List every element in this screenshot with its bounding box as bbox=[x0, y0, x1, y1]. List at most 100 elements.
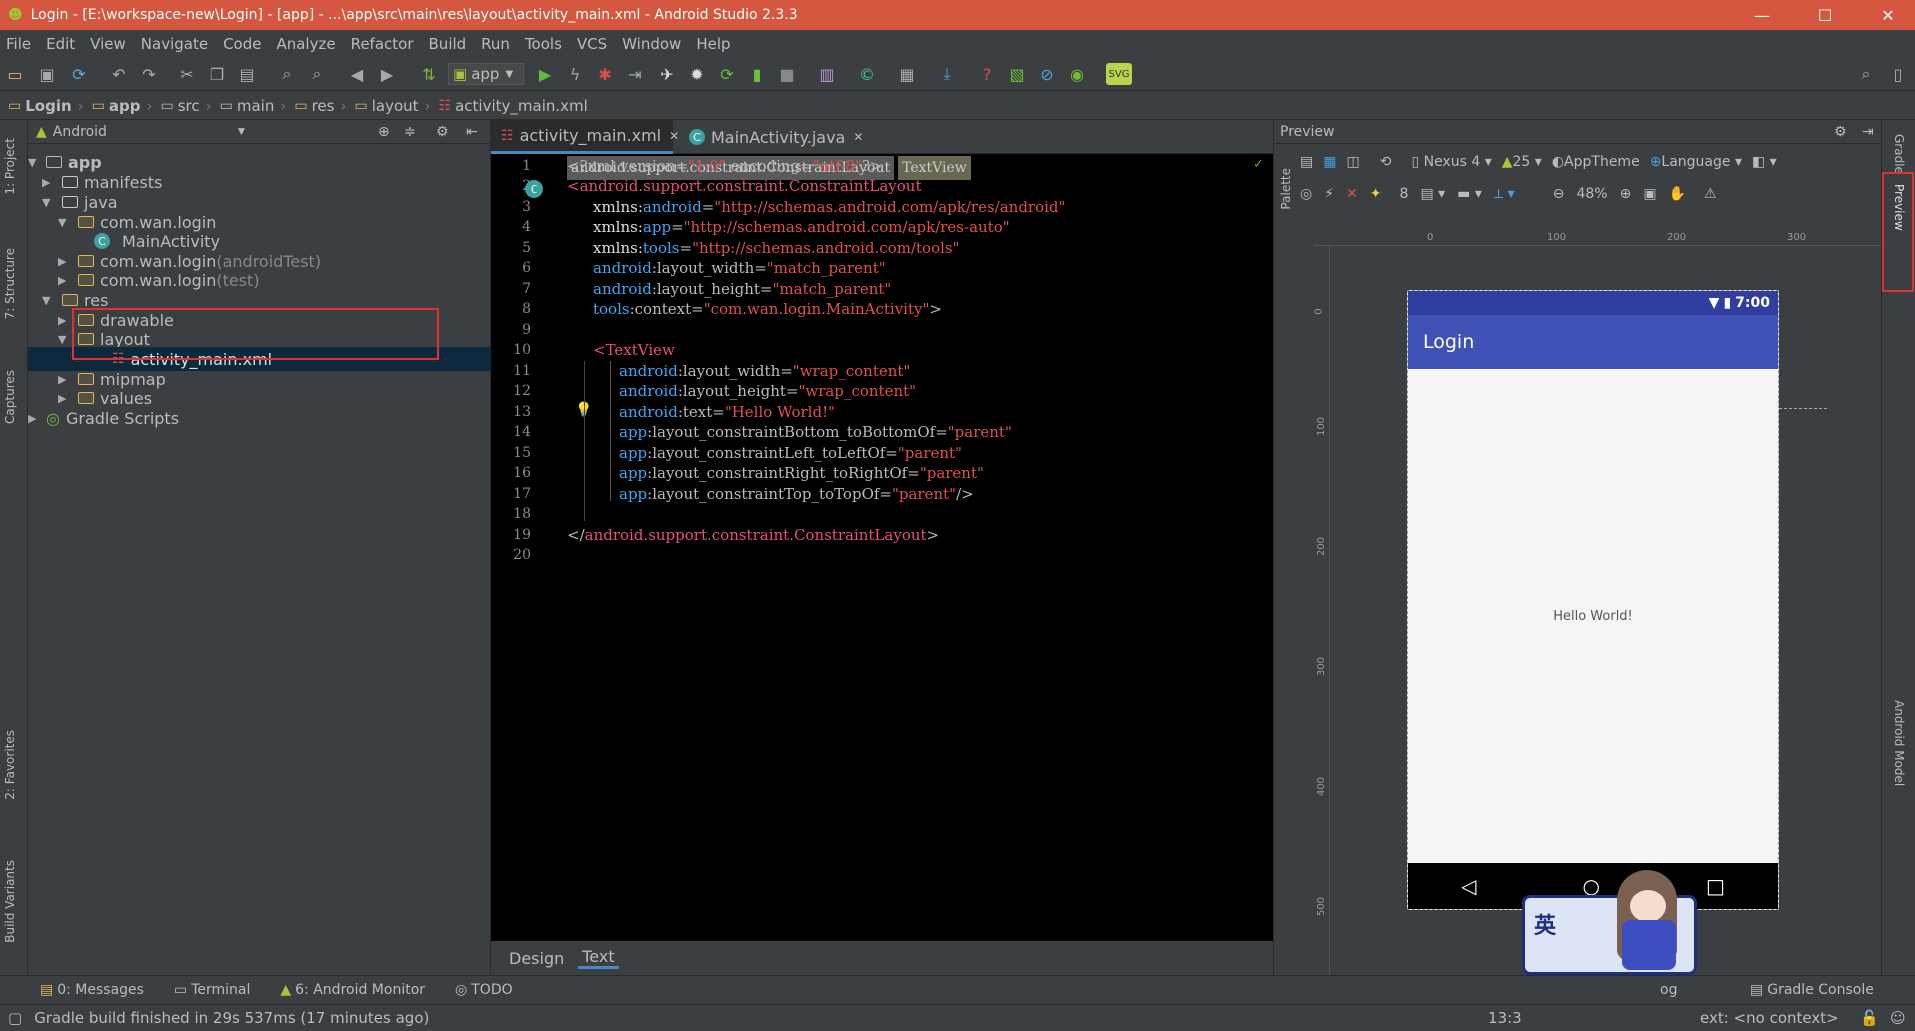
device-frame[interactable]: ▼ ▮ 7:00 Login Hello World! ◁ ○ □ bbox=[1407, 290, 1779, 910]
tool-android-model[interactable]: Android Model bbox=[1892, 700, 1906, 786]
tab-activity-main[interactable]: ☷ activity_main.xml ✕ bbox=[491, 120, 679, 154]
tool-structure[interactable]: 7: Structure bbox=[3, 248, 17, 319]
pan-icon[interactable]: ✋ bbox=[1669, 186, 1686, 202]
default-margin[interactable]: 8 bbox=[1400, 186, 1409, 202]
help-icon[interactable]: ? bbox=[976, 63, 998, 85]
find-icon[interactable]: ⌕ bbox=[276, 63, 298, 85]
event-icon[interactable]: ☺ bbox=[1890, 1009, 1906, 1027]
tool-favorites[interactable]: 2: Favorites bbox=[3, 730, 17, 800]
tool-captures[interactable]: Captures bbox=[3, 370, 17, 424]
close-tab-icon[interactable]: ✕ bbox=[853, 130, 863, 144]
back-icon[interactable]: ◀ bbox=[346, 63, 368, 85]
apply-changes-icon[interactable]: ϟ bbox=[564, 63, 586, 85]
breadcrumb-app[interactable]: ▭ app › bbox=[92, 97, 153, 115]
menu-help[interactable]: Help bbox=[696, 35, 730, 53]
align-icon[interactable]: ▬ ▾ bbox=[1457, 186, 1482, 202]
menu-code[interactable]: Code bbox=[223, 35, 261, 53]
collapse-icon[interactable]: ≑ bbox=[404, 124, 416, 140]
language-select[interactable]: ⊕Language ▾ bbox=[1650, 154, 1742, 170]
forward-icon[interactable]: ▶ bbox=[376, 63, 398, 85]
menu-view[interactable]: View bbox=[90, 35, 126, 53]
lock-icon[interactable]: 🔓 bbox=[1860, 1009, 1879, 1027]
gear-icon[interactable]: ⚙ bbox=[436, 124, 449, 140]
pack-icon[interactable]: ▤ ▾ bbox=[1420, 186, 1445, 202]
warnings-icon[interactable]: ⚠ bbox=[1704, 186, 1717, 202]
tool-gradle[interactable]: Gradle bbox=[1892, 134, 1906, 174]
menu-vcs[interactable]: VCS bbox=[577, 35, 607, 53]
tool-android-monitor[interactable]: ▲ 6: Android Monitor bbox=[280, 982, 425, 998]
tool-preview[interactable]: Preview bbox=[1892, 184, 1906, 231]
chevron-down-icon[interactable]: ▼ bbox=[238, 127, 245, 137]
palette-tab[interactable]: Palette bbox=[1279, 168, 1293, 210]
guidelines-icon[interactable]: ⟂ ▾ bbox=[1494, 186, 1515, 202]
tool-project[interactable]: 1: Project bbox=[3, 138, 17, 195]
show-constraints-icon[interactable]: ◎ bbox=[1300, 186, 1312, 202]
design-view-icon[interactable]: ▤ bbox=[1300, 154, 1313, 170]
infer-constraints-icon[interactable]: ✦ bbox=[1370, 186, 1382, 202]
caret-position[interactable]: 13:3 bbox=[1488, 1009, 1522, 1027]
tab-text[interactable]: Text bbox=[578, 947, 619, 969]
zoom-fit-icon[interactable]: ▣ bbox=[1643, 186, 1656, 202]
paste-icon[interactable]: ▤ bbox=[236, 63, 258, 85]
breadcrumb-res[interactable]: ▭ res › bbox=[294, 97, 346, 115]
breadcrumb-login[interactable]: ▭ Login › bbox=[8, 97, 84, 115]
download-icon[interactable]: ⤓ bbox=[936, 63, 958, 85]
hide-icon[interactable]: ⇥ bbox=[1862, 124, 1874, 140]
profile-icon[interactable]: ✈ bbox=[656, 63, 678, 85]
tab-mainactivity[interactable]: C MainActivity.java ✕ bbox=[679, 120, 873, 154]
attach-debugger-icon[interactable]: ⇥ bbox=[624, 63, 646, 85]
coverage-icon[interactable]: ✹ bbox=[686, 63, 708, 85]
structure-icon[interactable]: ▦ bbox=[896, 63, 918, 85]
breadcrumb-src[interactable]: ▭ src › bbox=[161, 97, 212, 115]
run-config-select[interactable]: ▣ app ▼ bbox=[448, 63, 524, 85]
context-indicator[interactable]: ext: <no context> bbox=[1700, 1009, 1839, 1027]
hide-icon[interactable]: ⇤ bbox=[466, 124, 478, 140]
breadcrumb-layout[interactable]: ▭ layout › bbox=[354, 97, 430, 115]
hello-world-text[interactable]: Hello World! bbox=[1408, 609, 1778, 624]
clear-constraints-icon[interactable]: ✕ bbox=[1346, 186, 1358, 202]
cut-icon[interactable]: ✂ bbox=[176, 63, 198, 85]
view-mode-select[interactable]: Android bbox=[53, 124, 107, 140]
ime-language-label[interactable]: 英 bbox=[1534, 908, 1556, 940]
tree-item-gradle-scripts[interactable]: ▶ ◎ Gradle Scripts bbox=[28, 406, 179, 430]
svg-icon[interactable]: SVG bbox=[1106, 63, 1132, 85]
api-select[interactable]: ▲25 ▾ bbox=[1502, 154, 1542, 170]
orientation-icon[interactable]: ⟲ bbox=[1380, 154, 1392, 170]
menu-analyze[interactable]: Analyze bbox=[276, 35, 335, 53]
zoom-in-icon[interactable]: ⊕ bbox=[1620, 186, 1632, 202]
menu-refactor[interactable]: Refactor bbox=[351, 35, 414, 53]
layout-variants-icon[interactable]: ◧ ▾ bbox=[1752, 154, 1777, 170]
copy-icon[interactable]: ❐ bbox=[206, 63, 228, 85]
menu-file[interactable]: File bbox=[6, 35, 31, 53]
make-project-icon[interactable]: ⇅ bbox=[418, 63, 440, 85]
device-select[interactable]: ▯ Nexus 4 ▾ bbox=[1411, 154, 1491, 170]
undo-icon[interactable]: ↶ bbox=[108, 63, 130, 85]
code-editor[interactable]: android.support.constraint.ConstraintLay… bbox=[491, 154, 1273, 941]
theme-select[interactable]: ◐AppTheme bbox=[1552, 154, 1640, 170]
menu-window[interactable]: Window bbox=[622, 35, 681, 53]
replace-icon[interactable]: ⌕ bbox=[306, 63, 328, 85]
search-everywhere-icon[interactable]: ⌕ bbox=[1855, 63, 1877, 85]
close-tab-icon[interactable]: ✕ bbox=[669, 129, 679, 143]
run-icon[interactable]: ▶ bbox=[534, 63, 556, 85]
tool-build-variants[interactable]: Build Variants bbox=[3, 860, 17, 943]
sdk-manager-icon[interactable]: ▥ bbox=[816, 63, 838, 85]
menu-build[interactable]: Build bbox=[429, 35, 467, 53]
open-folder-icon[interactable]: ▭ bbox=[4, 63, 26, 85]
sync-icon[interactable]: ⟳ bbox=[68, 63, 90, 85]
layout-inspector-icon[interactable]: ◉ bbox=[1066, 63, 1088, 85]
monitor-icon[interactable]: © bbox=[856, 63, 878, 85]
gear-icon[interactable]: ⚙ bbox=[1834, 124, 1847, 140]
minimize-button[interactable]: — bbox=[1742, 0, 1782, 30]
redo-icon[interactable]: ↷ bbox=[138, 63, 160, 85]
debug-icon[interactable]: ✱ bbox=[594, 63, 616, 85]
blueprint-view-icon[interactable]: ▦ bbox=[1323, 154, 1336, 170]
avd-icon[interactable]: ▮ bbox=[746, 63, 768, 85]
save-icon[interactable]: ▣ bbox=[36, 63, 58, 85]
panel-icon[interactable]: ▯ bbox=[1887, 63, 1909, 85]
breadcrumb-main[interactable]: ▭ main › bbox=[220, 97, 287, 115]
tool-terminal[interactable]: ▭ Terminal bbox=[174, 982, 250, 998]
breadcrumb-file[interactable]: ☷ activity_main.xml bbox=[439, 97, 588, 115]
gradle-sync-icon[interactable]: ⟳ bbox=[716, 63, 738, 85]
menu-tools[interactable]: Tools bbox=[525, 35, 562, 53]
